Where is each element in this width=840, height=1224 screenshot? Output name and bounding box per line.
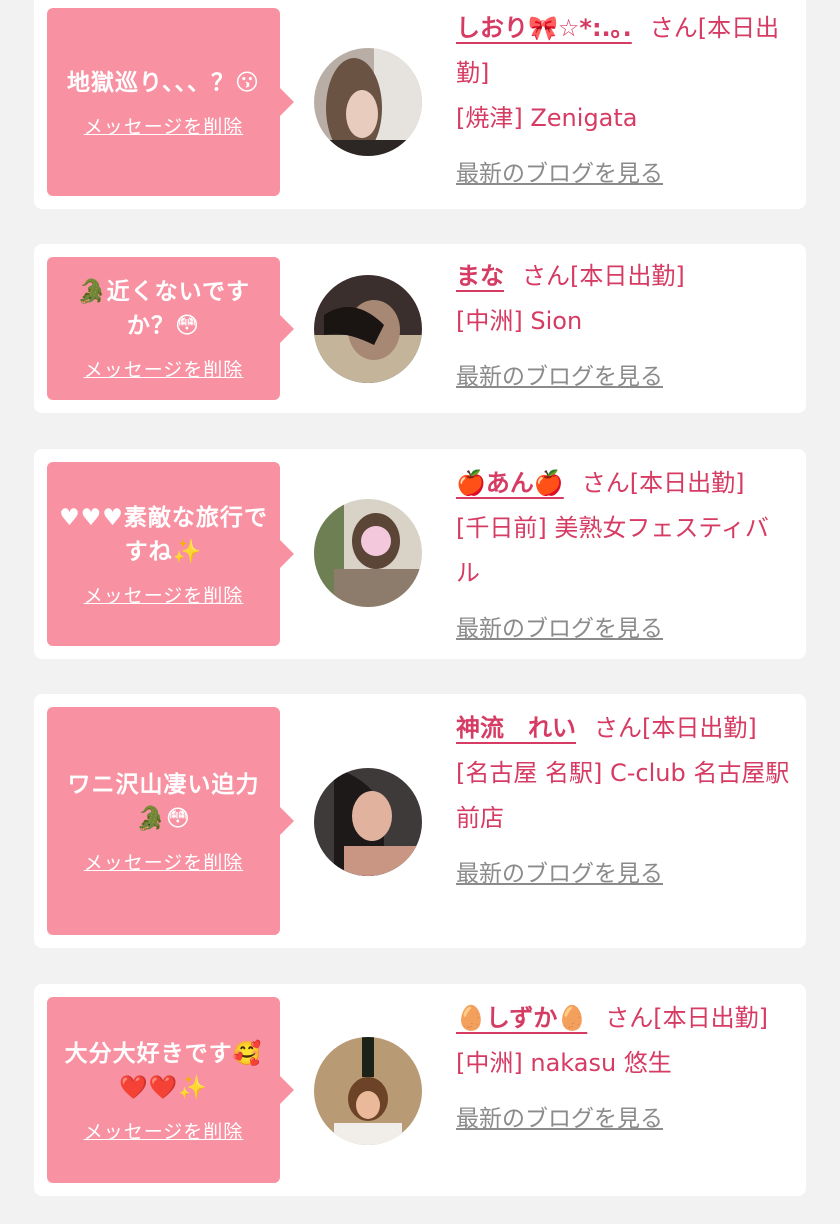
delete-message-link[interactable]: メッセージを削除: [84, 581, 244, 608]
delete-message-link[interactable]: メッセージを削除: [84, 848, 244, 875]
avatar[interactable]: [314, 275, 422, 383]
profile-info: 🍎あん🍎 さん[本日出勤] [千日前] 美熟女フェスティバル 最新のブログを見る: [456, 461, 792, 652]
profile-info: 🥚しずか🥚 さん[本日出勤] [中洲] nakasu 悠生 最新のブログを見る: [456, 996, 792, 1142]
profile-info: 神流 れい さん[本日出勤] [名古屋 名駅] C-club 名古屋駅前店 最新の…: [456, 706, 792, 897]
blog-link[interactable]: 最新のブログを見る: [456, 861, 663, 887]
delete-message-link[interactable]: メッセージを削除: [84, 1117, 244, 1144]
cast-status: さん[本日出勤]: [522, 262, 685, 290]
message-bubble: 大分大好きです🥰❤️❤️✨ メッセージを削除: [47, 997, 280, 1183]
cast-status: さん[本日出勤]: [594, 714, 757, 742]
message-text: ワニ沢山凄い迫力🐊😳: [67, 771, 260, 832]
cast-name-link[interactable]: しおり🎀☆*:.｡.: [456, 14, 632, 42]
delete-message-link[interactable]: メッセージを削除: [84, 112, 244, 139]
message-card: 🐊近くないですか？😳 メッセージを削除 まな さん[本日出勤] [中洲] Sion…: [34, 244, 806, 413]
avatar[interactable]: [314, 768, 422, 876]
blog-link[interactable]: 最新のブログを見る: [456, 364, 663, 390]
profile-info: まな さん[本日出勤] [中洲] Sion 最新のブログを見る: [456, 254, 792, 400]
message-text: 🐊近くないですか？😳: [77, 279, 250, 339]
message-card: ♥♥♥素敵な旅行ですね✨ メッセージを削除 🍎あん🍎 さん[本日出勤] [千日前]…: [34, 449, 806, 659]
cast-name-link[interactable]: まな: [456, 262, 504, 290]
shop-name: [千日前] 美熟女フェスティバル: [456, 514, 769, 587]
message-bubble: 🐊近くないですか？😳 メッセージを削除: [47, 257, 280, 400]
blog-link[interactable]: 最新のブログを見る: [456, 161, 663, 187]
message-bubble: ワニ沢山凄い迫力🐊😳 メッセージを削除: [47, 707, 280, 935]
message-text: 地獄巡り、、、？😗: [66, 69, 261, 96]
shop-name: [中洲] Sion: [456, 307, 583, 335]
cast-name-link[interactable]: 神流 れい: [456, 714, 576, 742]
delete-message-link[interactable]: メッセージを削除: [84, 355, 244, 382]
message-bubble: ♥♥♥素敵な旅行ですね✨ メッセージを削除: [47, 462, 280, 646]
cast-name-link[interactable]: 🥚しずか🥚: [456, 1004, 587, 1032]
blog-link[interactable]: 最新のブログを見る: [456, 1106, 663, 1132]
profile-info: しおり🎀☆*:.｡. さん[本日出勤] [焼津] Zenigata 最新のブログを…: [456, 6, 792, 197]
cast-status: さん[本日出勤]: [581, 469, 745, 497]
shop-name: [名古屋 名駅] C-club 名古屋駅前店: [456, 759, 790, 832]
avatar[interactable]: [314, 499, 422, 607]
message-card: 地獄巡り、、、？😗 メッセージを削除 しおり🎀☆*:.｡. さん[本日出勤] [焼…: [34, 0, 806, 209]
shop-name: [中洲] nakasu 悠生: [456, 1049, 672, 1077]
avatar[interactable]: [314, 1037, 422, 1145]
message-bubble: 地獄巡り、、、？😗 メッセージを削除: [47, 8, 280, 196]
message-card: 大分大好きです🥰❤️❤️✨ メッセージを削除 🥚しずか🥚 さん[本日出勤] [中洲…: [34, 984, 806, 1196]
message-card: ワニ沢山凄い迫力🐊😳 メッセージを削除 神流 れい さん[本日出勤] [名古屋 名…: [34, 694, 806, 948]
blog-link[interactable]: 最新のブログを見る: [456, 616, 663, 642]
avatar[interactable]: [314, 48, 422, 156]
shop-name: [焼津] Zenigata: [456, 104, 638, 132]
message-text: ♥♥♥素敵な旅行ですね✨: [59, 504, 268, 565]
message-text: 大分大好きです🥰❤️❤️✨: [64, 1040, 263, 1101]
cast-name-link[interactable]: 🍎あん🍎: [456, 469, 564, 497]
cast-status: さん[本日出勤]: [605, 1004, 769, 1032]
